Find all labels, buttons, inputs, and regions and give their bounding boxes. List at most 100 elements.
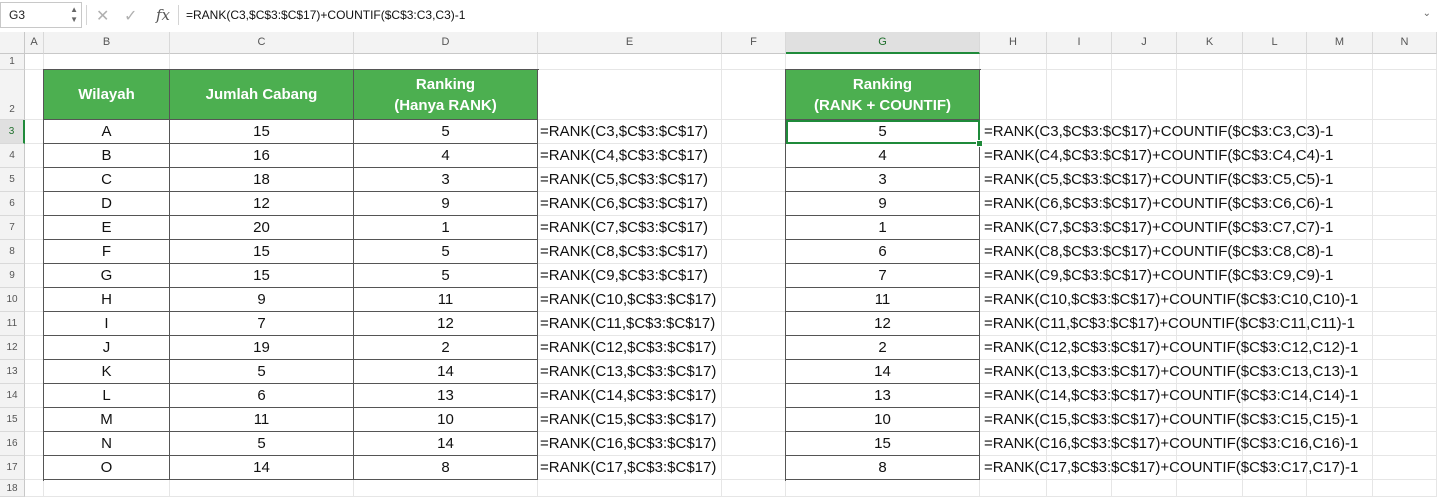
- column-header-f[interactable]: F: [722, 32, 786, 54]
- cell-ranking-rank[interactable]: 9: [354, 192, 538, 216]
- cell-wilayah[interactable]: K: [44, 360, 170, 384]
- cell-ranking-rank-countif[interactable]: 4: [786, 144, 980, 168]
- row-header-16[interactable]: 16: [0, 432, 25, 456]
- cell-jumlah-cabang[interactable]: 14: [170, 456, 354, 480]
- header-ranking-rank-countif[interactable]: Ranking (RANK + COUNTIF): [786, 70, 980, 120]
- cell-jumlah-cabang[interactable]: 15: [170, 264, 354, 288]
- cell-wilayah[interactable]: L: [44, 384, 170, 408]
- row-header-7[interactable]: 7: [0, 216, 25, 240]
- formula-text-rank[interactable]: =RANK(C12,$C$3:$C$17): [540, 336, 716, 359]
- formula-text-rank[interactable]: =RANK(C14,$C$3:$C$17): [540, 384, 716, 407]
- formula-text-rank-countif[interactable]: =RANK(C11,$C$3:$C$17)+COUNTIF($C$3:C11,C…: [984, 312, 1355, 335]
- formula-text-rank[interactable]: =RANK(C11,$C$3:$C$17): [540, 312, 715, 335]
- formula-text-rank-countif[interactable]: =RANK(C8,$C$3:$C$17)+COUNTIF($C$3:C8,C8)…: [984, 240, 1333, 263]
- cell-jumlah-cabang[interactable]: 9: [170, 288, 354, 312]
- formula-text-rank[interactable]: =RANK(C17,$C$3:$C$17): [540, 456, 716, 479]
- cell-ranking-rank[interactable]: 1: [354, 216, 538, 240]
- name-box-stepper-icon[interactable]: ▲ ▼: [70, 5, 78, 25]
- row-header-14[interactable]: 14: [0, 384, 25, 408]
- cell-jumlah-cabang[interactable]: 19: [170, 336, 354, 360]
- row-header-12[interactable]: 12: [0, 336, 25, 360]
- row-header-11[interactable]: 11: [0, 312, 25, 336]
- cell-jumlah-cabang[interactable]: 16: [170, 144, 354, 168]
- insert-function-icon[interactable]: fx: [156, 6, 170, 24]
- cancel-icon[interactable]: ✕: [96, 6, 109, 26]
- formula-text-rank[interactable]: =RANK(C9,$C$3:$C$17): [540, 264, 708, 287]
- cell-ranking-rank-countif[interactable]: 3: [786, 168, 980, 192]
- formula-text-rank[interactable]: =RANK(C4,$C$3:$C$17): [540, 144, 708, 167]
- row-header-13[interactable]: 13: [0, 360, 25, 384]
- cell-ranking-rank[interactable]: 8: [354, 456, 538, 480]
- cell-wilayah[interactable]: B: [44, 144, 170, 168]
- formula-text-rank[interactable]: =RANK(C13,$C$3:$C$17): [540, 360, 716, 383]
- formula-text-rank-countif[interactable]: =RANK(C17,$C$3:$C$17)+COUNTIF($C$3:C17,C…: [984, 456, 1358, 479]
- row-header-18[interactable]: 18: [0, 480, 25, 497]
- formula-text-rank-countif[interactable]: =RANK(C15,$C$3:$C$17)+COUNTIF($C$3:C15,C…: [984, 408, 1358, 431]
- expand-formula-bar-icon[interactable]: ⌄: [1423, 8, 1431, 19]
- formula-text-rank-countif[interactable]: =RANK(C16,$C$3:$C$17)+COUNTIF($C$3:C16,C…: [984, 432, 1358, 455]
- cell-ranking-rank-countif[interactable]: 6: [786, 240, 980, 264]
- cell-jumlah-cabang[interactable]: 11: [170, 408, 354, 432]
- cell-jumlah-cabang[interactable]: 20: [170, 216, 354, 240]
- cell-ranking-rank-countif[interactable]: 5: [786, 120, 980, 144]
- cell-ranking-rank[interactable]: 12: [354, 312, 538, 336]
- formula-text-rank[interactable]: =RANK(C6,$C$3:$C$17): [540, 192, 708, 215]
- name-box[interactable]: G3 ▲ ▼: [0, 2, 82, 28]
- formula-text-rank[interactable]: =RANK(C16,$C$3:$C$17): [540, 432, 716, 455]
- cell-jumlah-cabang[interactable]: 18: [170, 168, 354, 192]
- formula-text-rank-countif[interactable]: =RANK(C4,$C$3:$C$17)+COUNTIF($C$3:C4,C4)…: [984, 144, 1333, 167]
- cell-wilayah[interactable]: A: [44, 120, 170, 144]
- select-all-corner[interactable]: [0, 32, 25, 54]
- header-wilayah[interactable]: Wilayah: [44, 70, 170, 120]
- column-header-g[interactable]: G: [786, 32, 980, 54]
- header-jumlah-cabang[interactable]: Jumlah Cabang: [170, 70, 354, 120]
- row-header-17[interactable]: 17: [0, 456, 25, 480]
- formula-text-rank[interactable]: =RANK(C10,$C$3:$C$17): [540, 288, 716, 311]
- cell-ranking-rank[interactable]: 5: [354, 120, 538, 144]
- column-header-e[interactable]: E: [538, 32, 722, 54]
- formula-text-rank-countif[interactable]: =RANK(C7,$C$3:$C$17)+COUNTIF($C$3:C7,C7)…: [984, 216, 1333, 239]
- column-header-l[interactable]: L: [1243, 32, 1307, 54]
- cell-ranking-rank-countif[interactable]: 10: [786, 408, 980, 432]
- cell-jumlah-cabang[interactable]: 7: [170, 312, 354, 336]
- cell-jumlah-cabang[interactable]: 15: [170, 120, 354, 144]
- cell-jumlah-cabang[interactable]: 5: [170, 360, 354, 384]
- cell-ranking-rank-countif[interactable]: 2: [786, 336, 980, 360]
- formula-text-rank-countif[interactable]: =RANK(C6,$C$3:$C$17)+COUNTIF($C$3:C6,C6)…: [984, 192, 1333, 215]
- formula-text-rank-countif[interactable]: =RANK(C10,$C$3:$C$17)+COUNTIF($C$3:C10,C…: [984, 288, 1358, 311]
- row-header-9[interactable]: 9: [0, 264, 25, 288]
- row-header-1[interactable]: 1: [0, 54, 25, 70]
- column-header-b[interactable]: B: [44, 32, 170, 54]
- cell-wilayah[interactable]: D: [44, 192, 170, 216]
- formula-text-rank[interactable]: =RANK(C15,$C$3:$C$17): [540, 408, 716, 431]
- formula-text-rank-countif[interactable]: =RANK(C3,$C$3:$C$17)+COUNTIF($C$3:C3,C3)…: [984, 120, 1333, 143]
- header-ranking-rank[interactable]: Ranking (Hanya RANK): [354, 70, 538, 120]
- formula-text-rank-countif[interactable]: =RANK(C9,$C$3:$C$17)+COUNTIF($C$3:C9,C9)…: [984, 264, 1333, 287]
- cell-wilayah[interactable]: N: [44, 432, 170, 456]
- formula-text-rank[interactable]: =RANK(C3,$C$3:$C$17): [540, 120, 708, 143]
- cell-ranking-rank-countif[interactable]: 12: [786, 312, 980, 336]
- formula-text-rank[interactable]: =RANK(C8,$C$3:$C$17): [540, 240, 708, 263]
- cell-ranking-rank[interactable]: 4: [354, 144, 538, 168]
- formula-text-rank-countif[interactable]: =RANK(C13,$C$3:$C$17)+COUNTIF($C$3:C13,C…: [984, 360, 1358, 383]
- formula-text-rank-countif[interactable]: =RANK(C5,$C$3:$C$17)+COUNTIF($C$3:C5,C5)…: [984, 168, 1333, 191]
- row-header-4[interactable]: 4: [0, 144, 25, 168]
- cell-ranking-rank-countif[interactable]: 11: [786, 288, 980, 312]
- formula-text-rank-countif[interactable]: =RANK(C14,$C$3:$C$17)+COUNTIF($C$3:C14,C…: [984, 384, 1358, 407]
- formula-text-rank[interactable]: =RANK(C5,$C$3:$C$17): [540, 168, 708, 191]
- cell-ranking-rank-countif[interactable]: 1: [786, 216, 980, 240]
- column-header-h[interactable]: H: [980, 32, 1047, 54]
- column-header-n[interactable]: N: [1373, 32, 1437, 54]
- row-header-15[interactable]: 15: [0, 408, 25, 432]
- row-header-8[interactable]: 8: [0, 240, 25, 264]
- formula-text-rank[interactable]: =RANK(C7,$C$3:$C$17): [540, 216, 708, 239]
- cell-ranking-rank[interactable]: 3: [354, 168, 538, 192]
- cell-jumlah-cabang[interactable]: 6: [170, 384, 354, 408]
- cell-ranking-rank-countif[interactable]: 7: [786, 264, 980, 288]
- cell-wilayah[interactable]: O: [44, 456, 170, 480]
- column-header-k[interactable]: K: [1177, 32, 1243, 54]
- confirm-icon[interactable]: ✓: [124, 6, 137, 26]
- row-header-10[interactable]: 10: [0, 288, 25, 312]
- cell-wilayah[interactable]: F: [44, 240, 170, 264]
- cell-wilayah[interactable]: C: [44, 168, 170, 192]
